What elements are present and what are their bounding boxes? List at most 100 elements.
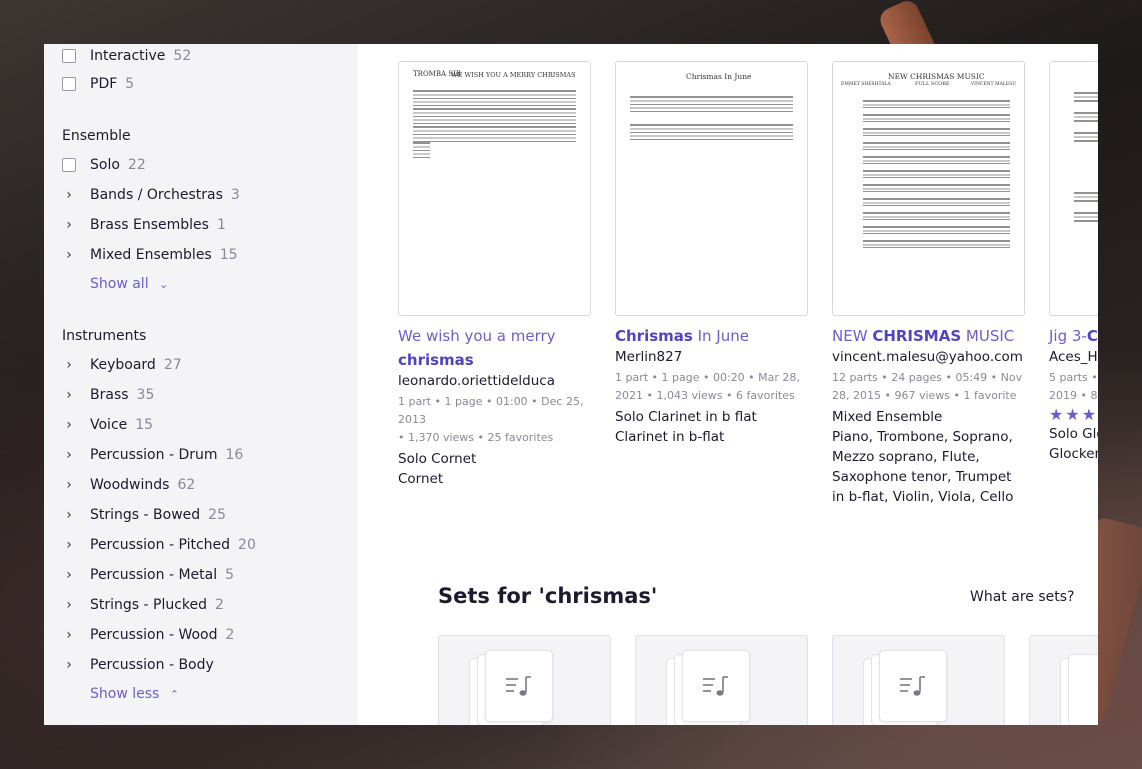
chevron-right-icon[interactable]: › xyxy=(62,447,76,463)
chevron-right-icon[interactable]: › xyxy=(62,217,76,233)
score-ensemble: Solo Cornet xyxy=(398,451,477,467)
chevron-right-icon[interactable]: › xyxy=(62,537,76,553)
score-card[interactable]: Chrismas In June Chrismas In June Merlin… xyxy=(615,61,808,447)
chevron-right-icon[interactable]: › xyxy=(62,597,76,613)
set-card[interactable] xyxy=(635,635,808,725)
chevron-right-icon[interactable]: › xyxy=(62,657,76,673)
filter-percussion-wood[interactable]: › Percussion - Wood 2 xyxy=(62,624,234,646)
chevron-right-icon[interactable]: › xyxy=(62,357,76,373)
set-card[interactable] xyxy=(438,635,611,725)
filter-count: 2 xyxy=(225,627,235,643)
score-thumbnail[interactable]: Chrismas In June xyxy=(615,61,808,316)
chevron-right-icon[interactable]: › xyxy=(62,187,76,203)
set-card[interactable] xyxy=(1029,635,1098,725)
filter-percussion-pitched[interactable]: › Percussion - Pitched 20 xyxy=(62,534,256,556)
filter-brass-ensembles[interactable]: › Brass Ensembles 1 xyxy=(62,214,226,236)
show-all-link[interactable]: Show all ⌄ xyxy=(90,276,168,292)
filter-label: Percussion - Drum xyxy=(90,447,218,463)
title-highlight: Chrismas xyxy=(615,327,693,345)
score-title[interactable]: Chrismas In June xyxy=(615,324,808,348)
checkbox[interactable] xyxy=(62,49,76,63)
filter-label: Percussion - Pitched xyxy=(90,537,231,553)
chevron-right-icon[interactable]: › xyxy=(62,387,76,403)
chevron-down-icon: ⌄ xyxy=(159,278,169,291)
score-author[interactable]: vincent.malesu@yahoo.com xyxy=(832,349,1025,365)
set-card[interactable] xyxy=(832,635,1005,725)
filter-interactive[interactable]: Interactive 52 xyxy=(62,45,191,67)
meta-line: 2021 • 1,043 views • 6 favorites xyxy=(615,389,795,402)
staff-line xyxy=(863,114,1010,122)
chevron-right-icon[interactable]: › xyxy=(62,567,76,583)
filter-count: 15 xyxy=(219,247,238,263)
checkbox[interactable] xyxy=(62,158,76,172)
filter-label: Percussion - Wood xyxy=(90,627,218,643)
filter-count: 16 xyxy=(225,447,244,463)
page-frame: Interactive 52 PDF 5 Ensemble Solo 22 › … xyxy=(44,44,1098,725)
filter-label: Brass xyxy=(90,387,129,403)
chevron-right-icon[interactable]: › xyxy=(62,627,76,643)
chevron-right-icon[interactable]: › xyxy=(62,477,76,493)
score-card[interactable]: TROMBA SIB WE WISH YOU A MERRY CHRISMAS … xyxy=(398,61,591,489)
results-panel: TROMBA SIB WE WISH YOU A MERRY CHRISMAS … xyxy=(358,44,1098,725)
set-stack xyxy=(863,650,947,725)
score-card[interactable]: Jig 3-C Aces_Hi 5 parts • 2019 • 80 ★★★ S… xyxy=(1049,61,1098,464)
set-sheet xyxy=(682,650,750,722)
checkbox[interactable] xyxy=(62,77,76,91)
filter-brass[interactable]: › Brass 35 xyxy=(62,384,154,406)
score-thumbnail[interactable]: TROMBA SIB WE WISH YOU A MERRY CHRISMAS xyxy=(398,61,591,316)
title-highlight: chrismas xyxy=(398,351,474,369)
filter-label: Interactive xyxy=(90,48,166,64)
thumb-title: Chrismas In June xyxy=(686,72,752,81)
score-thumbnail[interactable]: NEW CHRISMAS MUSIC FULL SCORE EMMET SHES… xyxy=(832,61,1025,316)
score-instruments: Clarinet in b-flat xyxy=(615,429,725,445)
meta-line: 28, 2015 • 967 views • 1 favorite xyxy=(832,389,1017,402)
filter-strings-plucked[interactable]: › Strings - Plucked 2 xyxy=(62,594,224,616)
filter-count: 35 xyxy=(136,387,155,403)
filter-label: PDF xyxy=(90,76,118,92)
filter-percussion-body[interactable]: › Percussion - Body xyxy=(62,654,222,676)
score-meta: 1 part • 1 page • 00:20 • Mar 28, 2021 • … xyxy=(615,369,808,405)
chevron-right-icon[interactable]: › xyxy=(62,507,76,523)
meta-line: 1 part • 1 page • 00:20 • Mar 28, xyxy=(615,371,800,384)
playlist-icon xyxy=(506,676,531,696)
set-sheet xyxy=(879,650,947,722)
filter-label: Percussion - Body xyxy=(90,657,214,673)
filter-label: Bands / Orchestras xyxy=(90,187,223,203)
staff-line xyxy=(1074,212,1098,222)
score-title[interactable]: We wish you a merry chrismas xyxy=(398,324,591,372)
filter-keyboard[interactable]: › Keyboard 27 xyxy=(62,354,181,376)
staff-line xyxy=(1074,192,1098,202)
filter-mixed-ensembles[interactable]: › Mixed Ensembles 15 xyxy=(62,244,238,266)
thumb-arranger: VINCENT MALESU xyxy=(970,82,1016,87)
score-author[interactable]: leonardo.oriettidelduca xyxy=(398,373,591,389)
show-all-label: Show all xyxy=(90,276,149,292)
filter-count: 5 xyxy=(225,567,235,583)
chevron-right-icon[interactable]: › xyxy=(62,417,76,433)
filter-solo[interactable]: Solo 22 xyxy=(62,154,146,176)
score-ensemble: Mixed Ensemble xyxy=(832,409,943,425)
score-author[interactable]: Merlin827 xyxy=(615,349,808,365)
filter-label: Keyboard xyxy=(90,357,156,373)
filter-voice[interactable]: › Voice 15 xyxy=(62,414,153,436)
filter-label: Voice xyxy=(90,417,128,433)
filter-pdf[interactable]: PDF 5 xyxy=(62,73,134,95)
filter-percussion-metal[interactable]: › Percussion - Metal 5 xyxy=(62,564,234,586)
show-less-link[interactable]: Show less ⌃ xyxy=(90,686,179,702)
filter-percussion-drum[interactable]: › Percussion - Drum 16 xyxy=(62,444,243,466)
score-author[interactable]: Aces_Hi xyxy=(1049,349,1098,365)
filter-strings-bowed[interactable]: › Strings - Bowed 25 xyxy=(62,504,226,526)
thumb-composer: EMMET SHESHTALA xyxy=(841,82,891,87)
filter-count: 20 xyxy=(238,537,256,553)
filter-bands-orchestras[interactable]: › Bands / Orchestras 3 xyxy=(62,184,240,206)
score-title[interactable]: Jig 3-C xyxy=(1049,324,1098,348)
thumb-title: NEW CHRISMAS MUSIC xyxy=(888,72,985,81)
chevron-right-icon[interactable]: › xyxy=(62,247,76,263)
filter-woodwinds[interactable]: › Woodwinds 62 xyxy=(62,474,195,496)
what-are-sets-link[interactable]: What are sets? xyxy=(970,589,1074,605)
meta-line: 2019 • 80 xyxy=(1049,389,1098,402)
score-thumbnail[interactable] xyxy=(1049,61,1098,316)
filter-count: 15 xyxy=(135,417,154,433)
filter-label: Brass Ensembles xyxy=(90,217,209,233)
score-title[interactable]: NEW CHRISMAS MUSIC xyxy=(832,324,1025,348)
score-card[interactable]: NEW CHRISMAS MUSIC FULL SCORE EMMET SHES… xyxy=(832,61,1025,507)
